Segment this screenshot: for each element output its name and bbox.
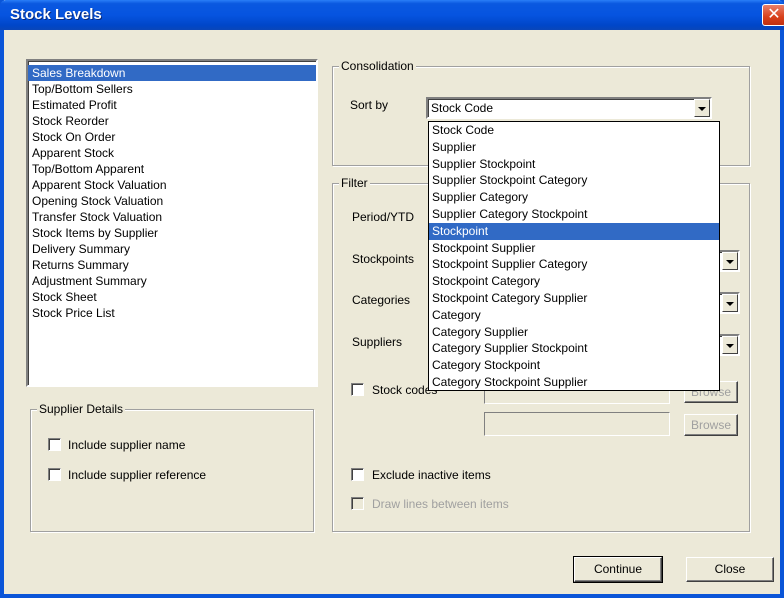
sort-by-option[interactable]: Category Stockpoint Supplier [429, 374, 719, 391]
sort-by-option[interactable]: Supplier Category [429, 189, 719, 206]
sort-by-value: Stock Code [431, 101, 494, 115]
sort-by-option[interactable]: Supplier Stockpoint [429, 156, 719, 173]
sort-by-option[interactable]: Stockpoint [429, 222, 719, 240]
include-supplier-name-label[interactable]: Include supplier name [68, 438, 185, 452]
stock-code-to-field [484, 412, 670, 436]
sort-by-option[interactable]: Supplier [429, 139, 719, 156]
report-list-item[interactable]: Adjustment Summary [28, 273, 316, 289]
sort-by-option[interactable]: Stockpoint Supplier [429, 240, 719, 257]
sort-by-option[interactable]: Stockpoint Supplier Category [429, 256, 719, 273]
sort-by-option[interactable]: Category Supplier [429, 324, 719, 341]
include-supplier-reference-checkbox[interactable] [48, 468, 61, 481]
sort-by-option[interactable]: Stock Code [429, 122, 719, 139]
report-list-item[interactable]: Apparent Stock [28, 145, 316, 161]
sort-by-option[interactable]: Supplier Stockpoint Category [429, 172, 719, 189]
report-list-item[interactable]: Stock Items by Supplier [28, 225, 316, 241]
sort-by-option[interactable]: Supplier Category Stockpoint [429, 206, 719, 223]
title-bar[interactable]: Stock Levels ✕ [0, 0, 784, 30]
window-title: Stock Levels [10, 6, 102, 23]
report-list-item[interactable]: Stock Price List [28, 305, 316, 321]
sort-by-option[interactable]: Stockpoint Category [429, 273, 719, 290]
sort-by-option[interactable]: Category [429, 307, 719, 324]
stock-codes-checkbox[interactable] [351, 383, 364, 396]
categories-label: Categories [352, 293, 411, 307]
chevron-down-icon[interactable] [722, 336, 738, 354]
report-list-item[interactable]: Delivery Summary [28, 241, 316, 257]
report-list-item[interactable]: Returns Summary [28, 257, 316, 273]
sort-by-dropdown[interactable]: Stock Code [426, 97, 712, 119]
report-list-item[interactable]: Stock Reorder [28, 113, 316, 129]
report-list-item[interactable]: Sales Breakdown [28, 65, 316, 81]
chevron-down-icon[interactable] [722, 252, 738, 270]
chevron-down-icon[interactable] [694, 99, 710, 117]
stockpoints-label: Stockpoints [352, 252, 415, 266]
close-window-icon[interactable]: ✕ [762, 4, 784, 26]
sort-by-options-list[interactable]: Stock Code Supplier Supplier Stockpoint Sup… [428, 121, 720, 391]
include-supplier-reference-label[interactable]: Include supplier reference [68, 468, 206, 482]
report-list-item[interactable]: Top/Bottom Sellers [28, 81, 316, 97]
draw-lines-checkbox [351, 497, 364, 510]
report-list-item[interactable]: Transfer Stock Valuation [28, 209, 316, 225]
period-ytd-label: Period/YTD [352, 210, 415, 224]
close-button[interactable]: Close [686, 557, 774, 582]
suppliers-label: Suppliers [352, 335, 403, 349]
report-list-item[interactable]: Top/Bottom Apparent [28, 161, 316, 177]
supplier-details-label: Supplier Details [37, 402, 126, 416]
draw-lines-label: Draw lines between items [372, 497, 509, 511]
sort-by-option[interactable]: Stockpoint Category Supplier [429, 290, 719, 307]
chevron-down-icon[interactable] [722, 294, 738, 312]
consolidation-label: Consolidation [339, 59, 416, 73]
include-supplier-name-checkbox[interactable] [48, 438, 61, 451]
report-list-item[interactable]: Apparent Stock Valuation [28, 177, 316, 193]
report-list-item[interactable]: Opening Stock Valuation [28, 193, 316, 209]
report-type-list[interactable]: Sales Breakdown Top/Bottom Sellers Estimat… [26, 59, 318, 387]
browse-button-2: Browse [684, 414, 738, 436]
exclude-inactive-checkbox[interactable] [351, 468, 364, 481]
exclude-inactive-label[interactable]: Exclude inactive items [372, 468, 491, 482]
filter-label: Filter [339, 176, 370, 190]
sort-by-option[interactable]: Category Supplier Stockpoint [429, 340, 719, 357]
report-list-item[interactable]: Stock Sheet [28, 289, 316, 305]
sort-by-option[interactable]: Category Stockpoint [429, 357, 719, 374]
sort-by-label: Sort by [350, 98, 389, 112]
report-list-item[interactable]: Stock On Order [28, 129, 316, 145]
continue-button[interactable]: Continue [573, 556, 663, 583]
report-list-item[interactable]: Estimated Profit [28, 97, 316, 113]
